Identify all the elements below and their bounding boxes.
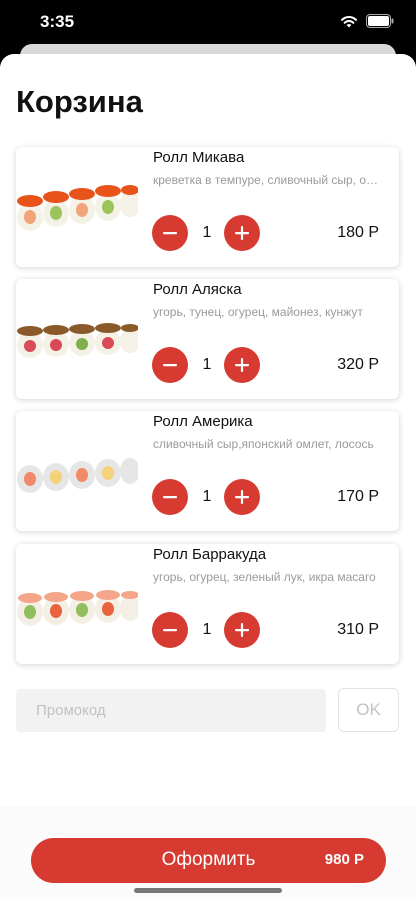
status-time: 3:35 [40, 12, 75, 31]
cart-sheet: Корзина Ролл Микава креветка в темпуре, … [0, 54, 416, 900]
cart-item: Ролл Аляска угорь, тунец, огурец, майоне… [16, 279, 399, 399]
plus-icon [235, 226, 249, 240]
decrease-button[interactable] [152, 215, 188, 251]
home-indicator [134, 888, 282, 893]
plus-icon [235, 623, 249, 637]
battery-icon [366, 14, 394, 28]
status-bar: 3:35 [0, 0, 416, 48]
increase-button[interactable] [224, 612, 260, 648]
roll-image [17, 590, 138, 626]
item-quantity: 1 [202, 488, 212, 505]
checkout-bar: Оформить 980 Р [0, 806, 416, 900]
item-name: Ролл Америка [153, 413, 253, 430]
minus-icon [163, 232, 177, 235]
minus-icon [163, 364, 177, 367]
item-description: угорь, огурец, зеленый лук, икра масаго [153, 570, 376, 584]
item-name: Ролл Аляска [153, 281, 242, 298]
decrease-button[interactable] [152, 479, 188, 515]
plus-icon [235, 490, 249, 504]
item-quantity: 1 [202, 621, 212, 638]
roll-image [17, 458, 138, 493]
checkout-button[interactable]: Оформить 980 Р [31, 838, 386, 883]
plus-icon [235, 358, 249, 372]
decrease-button[interactable] [152, 347, 188, 383]
cart-item: Ролл Барракуда угорь, огурец, зеленый лу… [16, 544, 399, 664]
item-description: креветка в темпуре, сливочный сыр, огуре… [153, 173, 381, 187]
status-icons [340, 14, 394, 28]
page-title: Корзина [16, 84, 143, 119]
increase-button[interactable] [224, 479, 260, 515]
minus-icon [163, 629, 177, 632]
cart-item: Ролл Америка сливочный сыр,японский омле… [16, 411, 399, 531]
minus-icon [163, 496, 177, 499]
wifi-icon [341, 16, 357, 28]
item-quantity: 1 [202, 224, 212, 241]
item-price: 180 Р [337, 224, 379, 241]
item-price: 320 Р [337, 356, 379, 373]
cart-item: Ролл Микава креветка в темпуре, сливочны… [16, 147, 399, 267]
item-description: угорь, тунец, огурец, майонез, кунжут [153, 305, 363, 319]
increase-button[interactable] [224, 215, 260, 251]
item-price: 310 Р [337, 621, 379, 638]
increase-button[interactable] [224, 347, 260, 383]
roll-image [17, 185, 138, 231]
promo-ok-button[interactable]: OK [338, 688, 399, 732]
item-price: 170 Р [337, 488, 379, 505]
roll-image [17, 323, 138, 358]
item-description: сливочный сыр,японский омлет, лосось [153, 437, 374, 451]
checkout-total: 980 Р [324, 851, 364, 868]
promo-code-input[interactable] [16, 689, 326, 732]
item-name: Ролл Барракуда [153, 546, 267, 563]
item-quantity: 1 [202, 356, 212, 373]
decrease-button[interactable] [152, 612, 188, 648]
item-name: Ролл Микава [153, 149, 245, 166]
